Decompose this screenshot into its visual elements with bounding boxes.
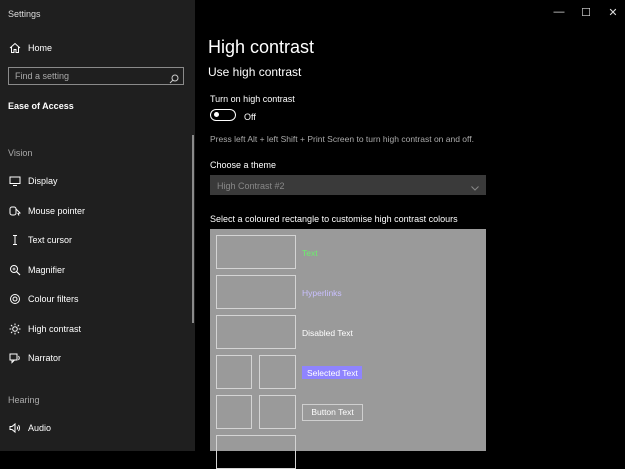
text-colour-swatch[interactable] bbox=[216, 235, 296, 269]
theme-dropdown[interactable]: High Contrast #2 bbox=[210, 175, 486, 195]
group-hearing: Hearing bbox=[8, 395, 40, 405]
sidebar-item-label: Magnifier bbox=[28, 265, 66, 275]
section-title: Use high contrast bbox=[208, 65, 302, 79]
sidebar-item-display[interactable]: Display bbox=[0, 170, 195, 192]
sidebar-item-label: Audio bbox=[28, 423, 52, 433]
sidebar-item-label: High contrast bbox=[28, 324, 82, 334]
narrator-icon bbox=[8, 351, 22, 365]
sidebar-item-audio[interactable]: Audio bbox=[0, 417, 195, 439]
search-input[interactable] bbox=[9, 68, 165, 84]
search-box[interactable] bbox=[8, 67, 184, 85]
button-text-preview: Button Text bbox=[302, 404, 363, 421]
text-colour-label: Text bbox=[302, 248, 318, 258]
theme-label: Choose a theme bbox=[210, 160, 277, 170]
toggle-state: Off bbox=[244, 112, 256, 122]
text-cursor-icon bbox=[8, 233, 22, 247]
audio-icon bbox=[8, 421, 22, 435]
nav-home-label: Home bbox=[28, 43, 53, 53]
disabled-text-label: Disabled Text bbox=[302, 328, 353, 338]
minimize-button[interactable]: — bbox=[552, 6, 566, 18]
search-icon[interactable] bbox=[169, 71, 179, 84]
high-contrast-icon bbox=[8, 322, 22, 336]
close-button[interactable]: ✕ bbox=[606, 6, 620, 19]
app-title: Settings bbox=[8, 9, 41, 19]
sidebar-item-label: Mouse pointer bbox=[28, 206, 86, 216]
sidebar-item-label: Display bbox=[28, 176, 58, 186]
mouse-pointer-icon bbox=[8, 204, 22, 218]
selected-text-background-swatch[interactable] bbox=[259, 355, 296, 389]
sidebar-item-label: Text cursor bbox=[28, 235, 73, 245]
page-title: High contrast bbox=[208, 37, 315, 57]
display-icon bbox=[8, 174, 22, 188]
theme-dropdown-value: High Contrast #2 bbox=[217, 181, 285, 191]
home-icon bbox=[8, 41, 22, 55]
sidebar-item-colour-filters[interactable]: Colour filters bbox=[0, 288, 195, 310]
hyperlinks-label: Hyperlinks bbox=[302, 288, 342, 298]
colour-palette: Text Hyperlinks Disabled Text Selected T… bbox=[210, 229, 486, 469]
sidebar-scrollbar[interactable] bbox=[192, 135, 194, 323]
toggle-label: Turn on high contrast bbox=[210, 94, 295, 104]
colour-filters-icon bbox=[8, 292, 22, 306]
sidebar-item-label: Narrator bbox=[28, 353, 62, 363]
button-text-foreground-swatch[interactable] bbox=[216, 395, 252, 429]
sidebar-item-label: Colour filters bbox=[28, 294, 79, 304]
selected-text-foreground-swatch[interactable] bbox=[216, 355, 252, 389]
background-swatch[interactable] bbox=[216, 435, 296, 469]
palette-instruction: Select a coloured rectangle to customise… bbox=[210, 214, 458, 224]
toggle-knob bbox=[214, 112, 219, 117]
sidebar-item-text-cursor[interactable]: Text cursor bbox=[0, 229, 195, 251]
group-vision: Vision bbox=[8, 148, 33, 158]
shortcut-hint: Press left Alt + left Shift + Print Scre… bbox=[210, 134, 474, 144]
disabled-text-swatch[interactable] bbox=[216, 315, 296, 349]
sidebar-item-narrator[interactable]: Narrator bbox=[0, 347, 195, 369]
sidebar: Settings Home Ease of Access Vision Disp… bbox=[0, 0, 195, 451]
selected-text-label: Selected Text bbox=[307, 368, 358, 378]
content-pane: — ☐ ✕ High contrast Use high contrast Tu… bbox=[195, 0, 625, 469]
maximize-button[interactable]: ☐ bbox=[579, 6, 593, 19]
hyperlinks-swatch[interactable] bbox=[216, 275, 296, 309]
sidebar-item-high-contrast[interactable]: High contrast bbox=[0, 318, 195, 340]
nav-home[interactable]: Home bbox=[0, 37, 195, 59]
sidebar-item-magnifier[interactable]: Magnifier bbox=[0, 259, 195, 281]
high-contrast-toggle[interactable] bbox=[210, 109, 236, 121]
magnifier-icon bbox=[8, 263, 22, 277]
sidebar-item-mouse-pointer[interactable]: Mouse pointer bbox=[0, 200, 195, 222]
category-title: Ease of Access bbox=[8, 101, 74, 111]
chevron-down-icon bbox=[470, 180, 480, 191]
button-text-background-swatch[interactable] bbox=[259, 395, 296, 429]
